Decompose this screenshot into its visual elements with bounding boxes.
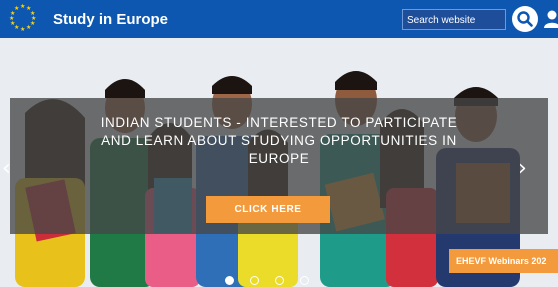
carousel-dot-1[interactable]	[225, 276, 234, 285]
eu-stars-icon[interactable]: ★ ★ ★ ★ ★ ★ ★ ★ ★ ★ ★ ★	[8, 3, 38, 33]
click-here-button[interactable]: CLICK HERE	[206, 196, 330, 223]
carousel-dot-4[interactable]	[300, 276, 309, 285]
site-title[interactable]: Study in Europe	[53, 11, 168, 28]
search-button[interactable]	[512, 6, 538, 32]
carousel-dot-3[interactable]	[275, 276, 284, 285]
headline-line-3: EUROPE	[248, 151, 310, 166]
carousel-dot-2[interactable]	[250, 276, 259, 285]
search-box[interactable]	[402, 9, 506, 30]
user-icon[interactable]	[543, 9, 558, 29]
headline-line-2: AND LEARN ABOUT STUDYING OPPORTUNITIES I…	[101, 133, 457, 148]
search-icon	[517, 11, 533, 27]
banner-headline: INDIAN STUDENTS - INTERESTED TO PARTICIP…	[40, 114, 518, 168]
chevron-left-icon[interactable]: ‹	[2, 156, 11, 181]
page: ★ ★ ★ ★ ★ ★ ★ ★ ★ ★ ★ ★ Study in Europe	[0, 0, 558, 287]
hero-carousel: INDIAN STUDENTS - INTERESTED TO PARTICIP…	[0, 38, 558, 287]
search-input[interactable]	[403, 11, 505, 30]
chevron-right-icon[interactable]: ›	[518, 156, 527, 181]
webinars-tab[interactable]: EHEVF Webinars 202	[449, 249, 558, 273]
headline-line-1: INDIAN STUDENTS - INTERESTED TO PARTICIP…	[100, 115, 458, 130]
site-header: ★ ★ ★ ★ ★ ★ ★ ★ ★ ★ ★ ★ Study in Europe	[0, 0, 558, 38]
